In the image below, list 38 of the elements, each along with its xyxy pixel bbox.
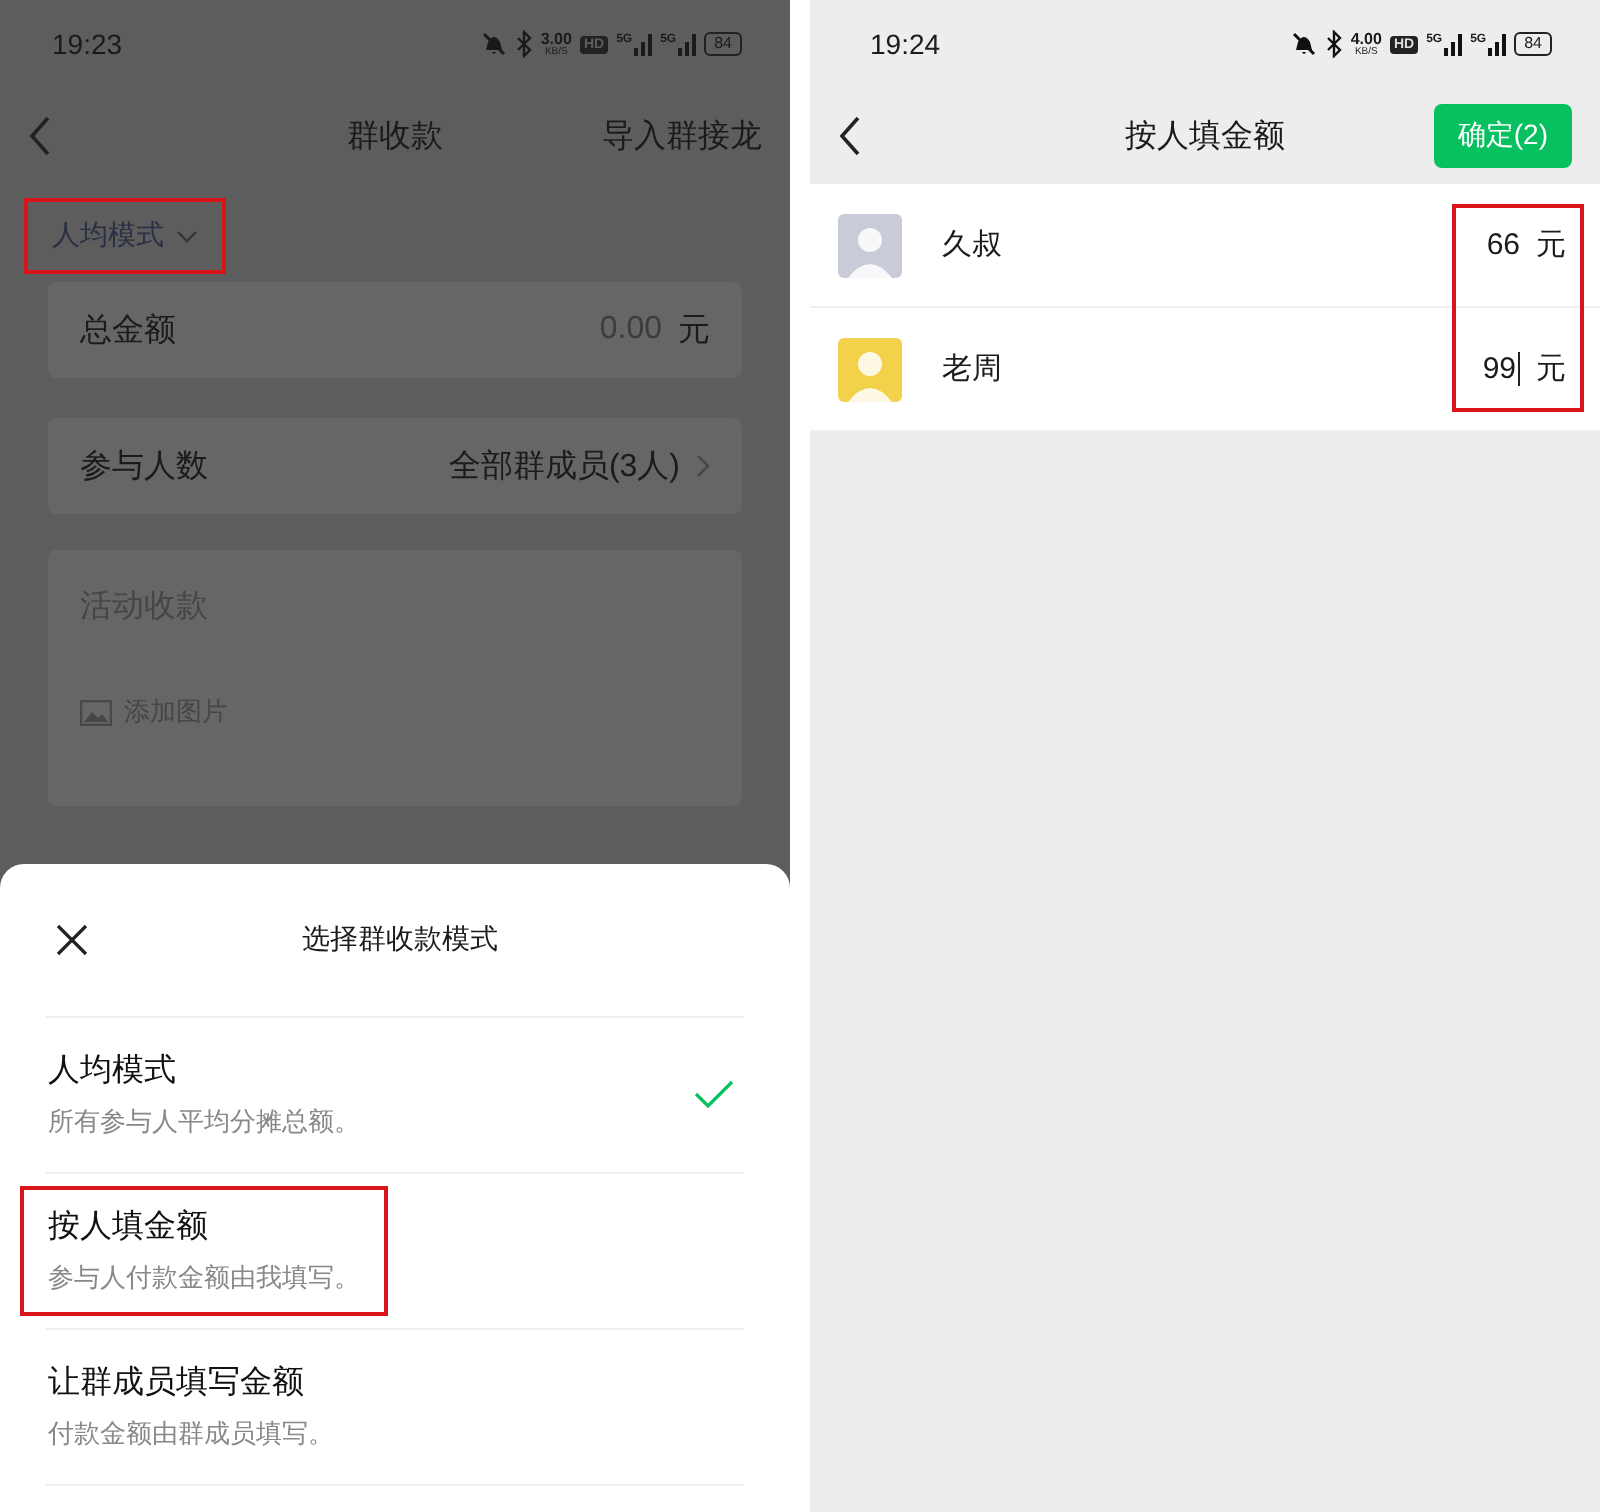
back-icon[interactable] [838,116,862,156]
field-label: 参与人数 [80,447,208,487]
battery-level: 84 [704,32,742,56]
mute-icon [1290,30,1319,58]
bluetooth-icon [1326,30,1343,58]
battery-level: 84 [1514,32,1552,56]
participants-value: 全部群成员(3人) [448,447,680,487]
signal-icon [634,33,653,55]
page-title: 按人填金额 [1125,117,1285,157]
signal-icon [1488,33,1507,55]
page-title: 群收款 [347,117,443,157]
chevron-down-icon [176,229,198,243]
signal-icon [678,33,697,55]
bluetooth-icon [516,30,533,58]
mute-icon [480,30,509,58]
import-link[interactable]: 导入群接龙 [602,115,762,157]
confirm-button[interactable]: 确定(2) [1433,104,1572,168]
speed-value: 4.00 [1350,31,1382,47]
status-time: 19:23 [52,28,123,60]
member-name: 老周 [942,350,1002,388]
mode-option[interactable]: 让群成员填写金额 付款金额由群成员填写。 [20,1342,362,1472]
amount-input[interactable]: 66 [1486,228,1520,262]
currency-unit: 元 [1536,226,1566,264]
status-time: 19:24 [870,28,941,60]
participants-card[interactable]: 参与人数 全部群成员(3人) [48,418,742,514]
mode-option[interactable]: 按人填金额 参与人付款金额由我填写。 [20,1186,388,1316]
close-icon[interactable] [56,924,88,956]
image-icon [80,699,112,725]
signal-icon [1444,33,1463,55]
amount-input[interactable]: 99 [1482,352,1520,386]
chevron-right-icon [696,454,710,478]
member-name: 久叔 [942,226,1002,264]
currency-unit: 元 [678,311,710,351]
speed-value: 3.00 [540,31,572,47]
field-label: 总金额 [80,311,176,351]
sheet-title: 选择群收款模式 [302,922,498,958]
currency-unit: 元 [1536,350,1566,388]
mode-option[interactable]: 人均模式 所有参与人平均分摊总额。 [20,1030,388,1160]
